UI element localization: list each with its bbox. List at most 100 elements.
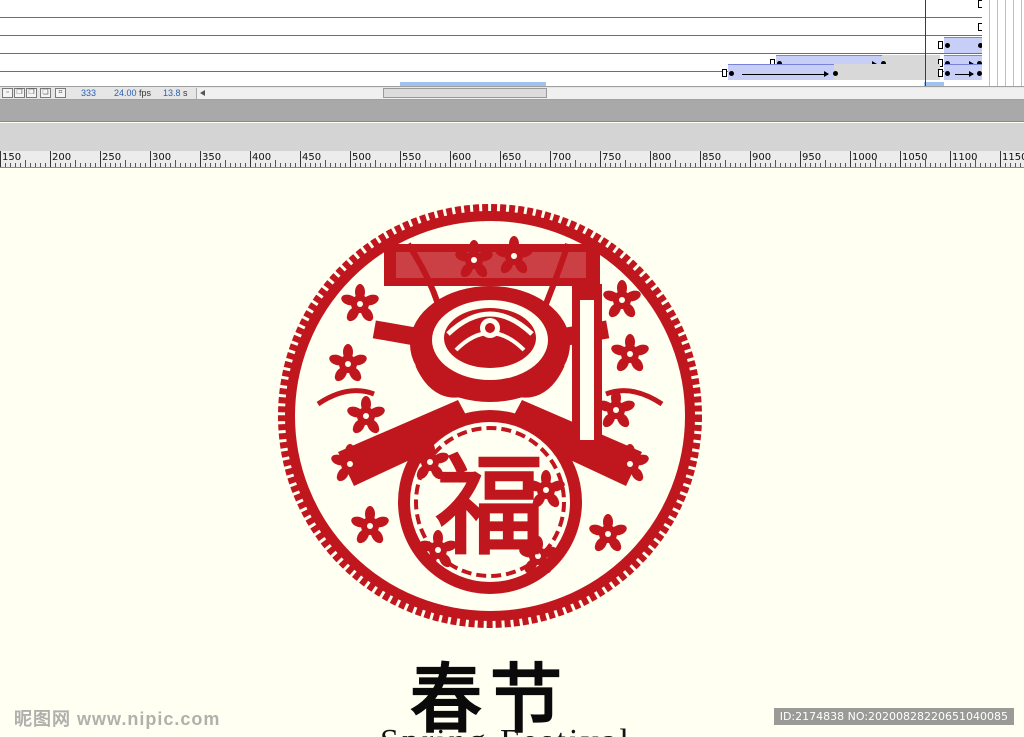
ruler-minor-tick [620,163,621,167]
ruler-minor-tick [745,163,746,167]
ruler-minor-tick [490,163,491,167]
ruler-minor-tick [840,163,841,167]
timeline-panel[interactable] [0,0,1024,86]
ruler-minor-tick [585,163,586,167]
ruler-label: 600 [452,152,472,163]
empty-keyframe[interactable] [938,41,943,49]
timeline-layer-row[interactable] [0,36,1024,54]
ruler-minor-tick [425,160,426,167]
ruler-minor-tick [65,163,66,167]
ruler-minor-tick [580,163,581,167]
keyframe[interactable] [833,71,838,76]
ruler-minor-tick [530,163,531,167]
keyframe[interactable] [945,43,950,48]
ruler-minor-tick [190,163,191,167]
ruler-minor-tick [40,163,41,167]
edit-multiple-frames-button[interactable]: ❏ [40,88,51,98]
ruler-minor-tick [260,163,261,167]
timeline-horizontal-scrollbar[interactable] [196,88,1024,99]
ruler-minor-tick [335,163,336,167]
empty-keyframe[interactable] [938,69,943,77]
ruler-label: 1100 [952,152,978,163]
keyframe[interactable] [945,71,950,76]
ruler-minor-tick [805,163,806,167]
ruler-minor-tick [30,163,31,167]
ruler-minor-tick [355,163,356,167]
ruler-minor-tick [920,163,921,167]
timeline-layer-row[interactable] [0,0,1024,18]
ruler-minor-tick [345,163,346,167]
ruler-minor-tick [730,163,731,167]
ruler-minor-tick [20,163,21,167]
ruler-minor-tick [935,163,936,167]
ruler-minor-tick [45,163,46,167]
ruler-minor-tick [680,163,681,167]
ruler-minor-tick [990,163,991,167]
scroll-left-arrow-icon[interactable] [200,90,205,96]
ruler-minor-tick [75,160,76,167]
ruler-label: 800 [652,152,672,163]
ruler-minor-tick [715,163,716,167]
ruler-minor-tick [925,160,926,167]
ruler-minor-tick [170,163,171,167]
ruler-minor-tick [695,163,696,167]
onion-skin-outlines-button[interactable]: ❐ [26,88,37,98]
ruler-minor-tick [910,163,911,167]
ruler-minor-tick [685,163,686,167]
modify-onion-markers-button[interactable]: ⌗ [55,88,66,98]
ruler-minor-tick [470,163,471,167]
timeline-layer-row[interactable] [0,18,1024,36]
scrollbar-thumb[interactable] [383,88,547,98]
frame-rate-unit: fps [139,88,152,98]
ruler-minor-tick [340,163,341,167]
ruler-label: 900 [752,152,772,163]
center-frame-button[interactable]: ▫ [2,88,13,98]
ruler-minor-tick [225,160,226,167]
ruler-minor-tick [10,163,11,167]
ruler-label: 250 [102,152,122,163]
ruler-minor-tick [385,163,386,167]
edit-bar [0,123,1024,151]
frame-rate[interactable]: 24.00 [114,88,137,99]
ruler-minor-tick [35,163,36,167]
ruler-minor-tick [310,163,311,167]
keyframe[interactable] [729,71,734,76]
onion-skin-button[interactable]: ❐ [14,88,25,98]
ruler-minor-tick [365,163,366,167]
ruler-minor-tick [945,163,946,167]
ruler-minor-tick [80,163,81,167]
ruler-minor-tick [915,163,916,167]
ruler-minor-tick [765,163,766,167]
motion-tween[interactable] [728,64,834,80]
ruler-minor-tick [645,163,646,167]
ruler-minor-tick [295,163,296,167]
ruler-minor-tick [180,163,181,167]
ruler-label: 950 [802,152,822,163]
panel-divider[interactable] [0,100,1024,122]
ruler-minor-tick [390,163,391,167]
ruler-minor-tick [155,163,156,167]
ruler-minor-tick [655,163,656,167]
ruler-minor-tick [885,163,886,167]
ruler-minor-tick [455,163,456,167]
playhead[interactable] [925,0,926,86]
frame-grid[interactable] [982,0,1024,86]
ruler-minor-tick [70,163,71,167]
elapsed-time-unit: s [183,88,188,98]
ruler-minor-tick [660,163,661,167]
ruler-minor-tick [135,163,136,167]
horizontal-ruler[interactable]: 150 200 250 300 350 400 450 500 550 600 650 700 750 8… [0,151,1024,168]
ruler-minor-tick [625,160,626,167]
stage-canvas[interactable]: 福 春节 Spring Festival 昵图网 www.nipic.com I… [0,168,1024,737]
ruler-minor-tick [865,163,866,167]
ruler-minor-tick [415,163,416,167]
fu-papercut-artwork[interactable]: 福 [278,204,702,628]
empty-keyframe[interactable] [722,69,727,77]
ruler-minor-tick [460,163,461,167]
ruler-minor-tick [60,163,61,167]
current-frame[interactable]: 333 [81,88,96,99]
ruler-minor-tick [905,163,906,167]
ruler-minor-tick [240,163,241,167]
ruler-minor-tick [615,163,616,167]
ruler-minor-tick [930,163,931,167]
